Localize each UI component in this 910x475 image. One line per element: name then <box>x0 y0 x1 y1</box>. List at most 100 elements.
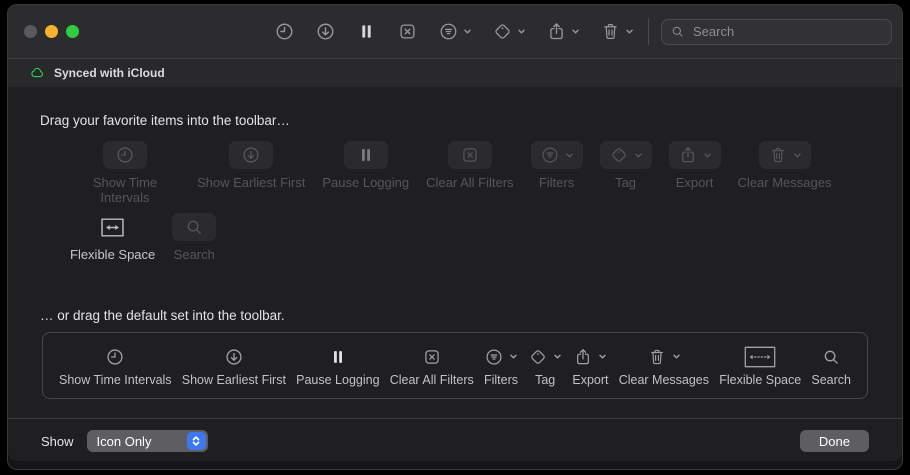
export-icon-row <box>573 345 607 369</box>
chevron-down-icon <box>517 27 526 36</box>
defaultset-item-pause-logging[interactable]: Pause Logging <box>296 345 380 387</box>
defaultset-item-label: Clear All Filters <box>389 372 474 387</box>
palette-item-label: Clear All Filters <box>426 175 514 190</box>
minimize-button[interactable] <box>45 25 58 38</box>
palette-item-clear-messages[interactable]: Clear Messages <box>737 141 832 190</box>
clock-icon <box>115 145 135 165</box>
defaultset-item-filters[interactable]: Filters <box>484 345 518 387</box>
arrow-down-circle-icon <box>241 145 261 165</box>
defaultset-item-label: Show Earliest First <box>181 372 286 387</box>
clear-filters-icon <box>460 145 480 165</box>
defaultset-item-label: Export <box>572 372 609 387</box>
magnifier-icon <box>821 347 841 367</box>
palette-item-search[interactable]: Search <box>172 213 217 262</box>
palette-item-tag[interactable]: Tag <box>599 141 652 190</box>
toolbar-tag[interactable] <box>492 21 526 42</box>
palette-item-label: Tag <box>615 175 637 190</box>
defaultset-item-label: Search <box>811 372 851 387</box>
magnifier-icon <box>184 217 204 237</box>
defaultset-item-clear-messages[interactable]: Clear Messages <box>619 345 709 387</box>
show-earliest-first-icon-row <box>224 345 244 369</box>
defaultset-item-label: Pause Logging <box>296 372 380 387</box>
defaultset-item-label: Filters <box>483 372 518 387</box>
cloud-icon <box>29 65 45 81</box>
status-text: Synced with iCloud <box>54 66 165 80</box>
defaultset-item-show-time-intervals[interactable]: Show Time Intervals <box>59 345 172 387</box>
toolbar-search-field[interactable] <box>661 18 892 45</box>
show-mode-popup[interactable]: Icon Only <box>86 430 208 452</box>
defaultset-item-label: Tag <box>535 372 556 387</box>
close-button[interactable] <box>24 25 37 38</box>
chevron-down-icon <box>463 27 472 36</box>
clear-filters-icon <box>422 347 442 367</box>
toolbar-clear-messages[interactable] <box>600 21 634 42</box>
customize-toolbar-sheet: Drag your favorite items into the toolba… <box>8 87 902 461</box>
arrow-down-circle-icon <box>315 21 336 42</box>
flexible-space-icon-row <box>744 345 776 369</box>
toolbar-filters[interactable] <box>438 21 472 42</box>
tag-icon <box>528 347 548 367</box>
defaultset-item-tag[interactable]: Tag <box>528 345 562 387</box>
palette-item-pause-logging[interactable]: Pause Logging <box>322 141 409 190</box>
sheet-footer: Show Icon Only Done <box>8 418 902 452</box>
filter-icon <box>484 347 504 367</box>
toolbar-export[interactable] <box>546 21 580 42</box>
chevron-down-icon <box>625 27 634 36</box>
show-mode-value: Icon Only <box>96 433 152 449</box>
chevron-down-icon <box>565 151 574 160</box>
defaultset-item-export[interactable]: Export <box>572 345 609 387</box>
show-time-intervals-button <box>103 141 147 169</box>
palette-item-label: Show Earliest First <box>197 175 306 190</box>
tag-icon <box>492 21 513 42</box>
defaultset-item-search[interactable]: Search <box>811 345 851 387</box>
filter-icon <box>540 145 560 165</box>
pause-logging-button <box>343 141 388 169</box>
palette-item-label: Clear Messages <box>737 175 832 190</box>
toolbar-clear-all-filters[interactable] <box>397 21 418 42</box>
search-icon <box>670 24 685 39</box>
tag-button <box>599 141 652 169</box>
pause-icon <box>328 347 348 367</box>
filters-icon-row <box>484 345 518 369</box>
toolbar-divider <box>648 18 649 45</box>
tag-icon <box>609 145 629 165</box>
toolbar-pause-logging[interactable] <box>356 21 377 42</box>
chevron-down-icon <box>571 27 580 36</box>
defaultset-item-flexible-space[interactable]: Flexible Space <box>719 345 801 387</box>
flex-space-wide-icon <box>744 346 776 368</box>
pause-icon <box>356 21 377 42</box>
show-time-intervals-icon-row <box>105 345 125 369</box>
done-button[interactable]: Done <box>799 430 869 452</box>
flexible-space-button <box>90 213 135 241</box>
chevron-down-icon <box>634 151 643 160</box>
palette-item-clear-all-filters[interactable]: Clear All Filters <box>426 141 514 190</box>
defaultset-item-label: Flexible Space <box>719 372 802 387</box>
search-button <box>172 213 217 241</box>
palette-item-show-earliest-first[interactable]: Show Earliest First <box>197 141 305 190</box>
toolbar-show-earliest-first[interactable] <box>315 21 336 42</box>
show-label: Show <box>41 433 74 449</box>
palette-item-label: Flexible Space <box>70 247 156 262</box>
share-icon <box>678 145 698 165</box>
filters-button <box>530 141 583 169</box>
chevron-down-icon <box>793 151 802 160</box>
pause-icon <box>356 145 376 165</box>
filter-icon <box>438 21 459 42</box>
palette-item-filters[interactable]: Filters <box>530 141 583 190</box>
tag-icon-row <box>528 345 562 369</box>
clear-messages-button <box>758 141 811 169</box>
palette-item-label: Filters <box>538 175 575 190</box>
search-input[interactable] <box>691 23 883 40</box>
zoom-button[interactable] <box>66 25 79 38</box>
popup-stepper-icon <box>186 432 206 450</box>
palette-item-label: Export <box>675 175 714 190</box>
defaultset-item-clear-all-filters[interactable]: Clear All Filters <box>390 345 474 387</box>
toolbar-show-time-intervals[interactable] <box>274 21 295 42</box>
palette-item-export[interactable]: Export <box>668 141 721 190</box>
defaultset-item-show-earliest-first[interactable]: Show Earliest First <box>182 345 286 387</box>
palette-item-show-time-intervals[interactable]: Show Time Intervals <box>70 141 180 205</box>
palette-item-flexible-space[interactable]: Flexible Space <box>70 213 155 262</box>
pause-logging-icon-row <box>328 345 348 369</box>
clear-messages-icon-row <box>647 345 681 369</box>
default-toolbar-set[interactable]: Show Time Intervals Show Earliest First Pa… <box>42 332 868 399</box>
